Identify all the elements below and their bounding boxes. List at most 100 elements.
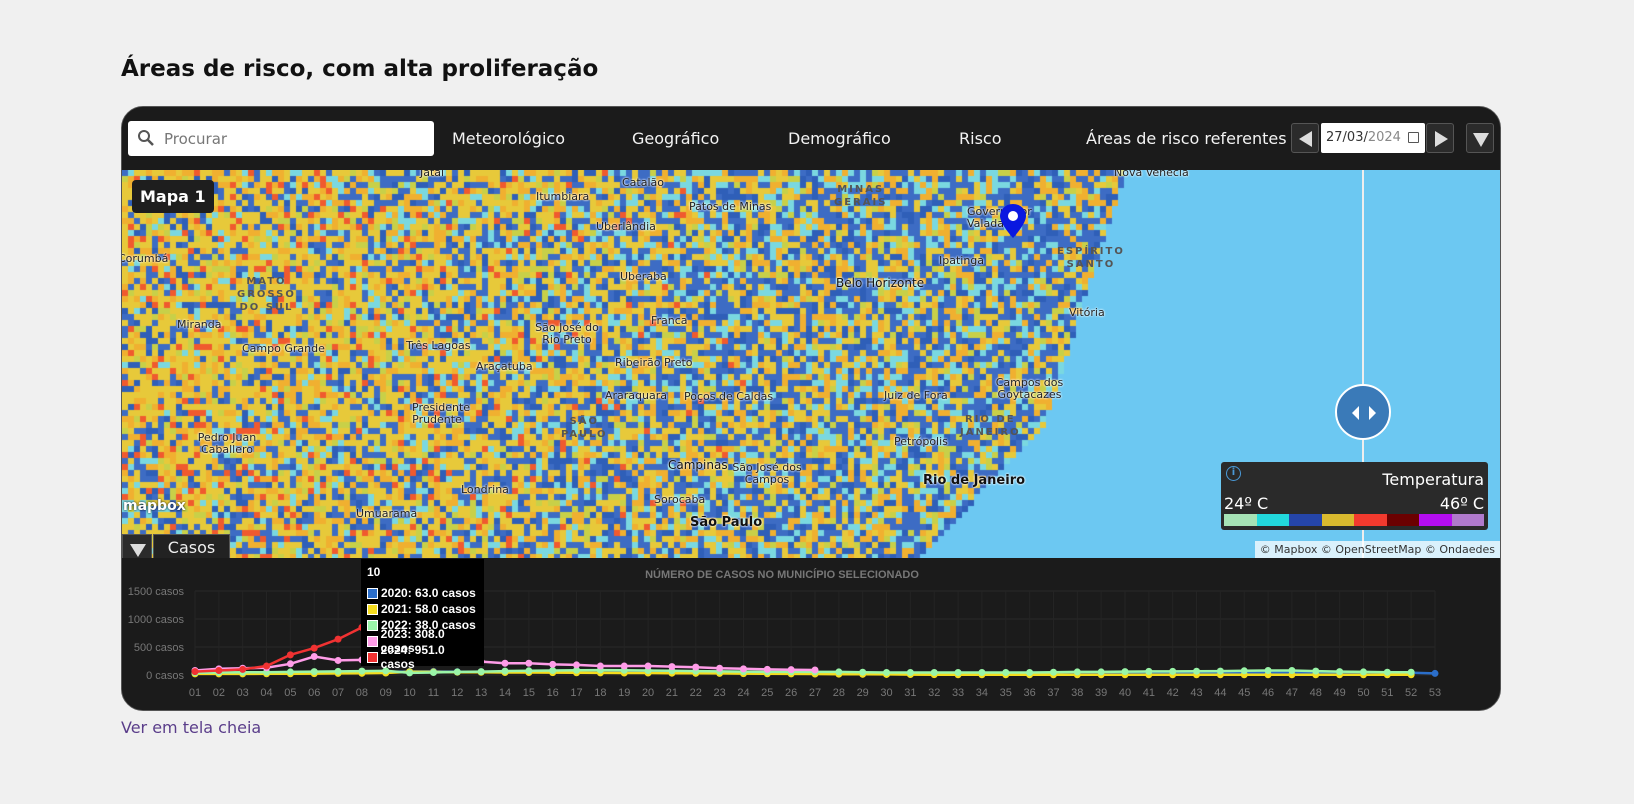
- city-label: Rio de Janeiro: [923, 473, 1026, 488]
- data-point-2022: [1002, 668, 1010, 676]
- next-date-button[interactable]: [1426, 123, 1454, 153]
- risk-map-widget: Meteorológico Geográfico Demográfico Ris…: [121, 106, 1501, 711]
- x-tick-label: 06: [308, 687, 320, 699]
- x-tick-label: 51: [1381, 687, 1393, 699]
- city-label: São José dos Campos: [732, 461, 802, 486]
- search-icon: [138, 130, 154, 146]
- data-point-2023: [668, 663, 676, 671]
- casos-tab[interactable]: Casos: [153, 534, 230, 558]
- state-label-sp: SÃO PAULO: [561, 416, 608, 440]
- x-tick-label: 45: [1238, 687, 1250, 699]
- tab-meteorologico[interactable]: Meteorológico: [452, 129, 565, 148]
- x-tick-label: 14: [499, 687, 511, 699]
- data-point-2022: [1145, 667, 1153, 675]
- city-label: São Paulo: [690, 515, 763, 530]
- x-tick-label: 13: [475, 687, 487, 699]
- legend-color-swatch: [1386, 514, 1419, 526]
- x-tick-label: 27: [809, 687, 821, 699]
- city-label: São José do Rio Preto: [535, 321, 599, 346]
- data-point-2023: [596, 662, 604, 670]
- map-name-label: Mapa 1: [132, 180, 214, 213]
- tab-risco[interactable]: Risco: [959, 129, 1001, 148]
- city-label: Juiz de Fora: [884, 389, 948, 402]
- tab-geografico[interactable]: Geográfico: [632, 129, 719, 148]
- date-year: 2024: [1367, 130, 1401, 145]
- data-point-2023: [739, 665, 747, 673]
- previous-date-button[interactable]: [1291, 123, 1319, 153]
- x-tick-label: 26: [785, 687, 797, 699]
- collapse-toolbar-button[interactable]: [1466, 123, 1494, 153]
- legend-color-swatch: [1224, 514, 1257, 526]
- data-point-2024: [334, 635, 342, 643]
- city-label: Presidente Prudente: [412, 401, 471, 426]
- tab-demografico[interactable]: Demográfico: [788, 129, 891, 148]
- x-tick-label: 20: [642, 687, 654, 699]
- y-tick-label: 1500 casos: [128, 586, 185, 598]
- city-label: Campos dos Goytacazes: [995, 376, 1064, 401]
- state-label-es: ESPÍRITO SANTO: [1057, 246, 1125, 270]
- compare-slider-handle[interactable]: [1335, 384, 1391, 440]
- cases-chart[interactable]: NÚMERO DE CASOS NO MUNICÍPIO SELECIONADO…: [122, 558, 1500, 710]
- data-point-2022: [1216, 667, 1224, 675]
- chart-title: NÚMERO DE CASOS NO MUNICÍPIO SELECIONADO: [645, 568, 919, 581]
- city-label: Campo Grande: [242, 342, 325, 355]
- city-label: Três Lagoas: [406, 339, 471, 352]
- location-pin-icon[interactable]: [998, 202, 1028, 240]
- x-tick-label: 39: [1095, 687, 1107, 699]
- city-label: Corumbá: [122, 252, 169, 265]
- cases-line-chart: NÚMERO DE CASOS NO MUNICÍPIO SELECIONADO…: [128, 568, 1441, 699]
- y-tick-label: 500 casos: [134, 642, 185, 654]
- x-tick-label: 32: [928, 687, 940, 699]
- city-label: Catalão: [622, 176, 665, 189]
- info-icon[interactable]: i: [1226, 466, 1241, 481]
- x-tick-label: 42: [1167, 687, 1179, 699]
- search-input[interactable]: [164, 127, 424, 150]
- data-point-2022: [1049, 668, 1057, 676]
- data-point-2023: [549, 660, 557, 668]
- data-point-2022: [1026, 668, 1034, 676]
- data-point-2023: [716, 664, 724, 672]
- x-tick-label: 50: [1357, 687, 1369, 699]
- data-point-2023: [692, 663, 700, 671]
- tooltip-row: 2020: 63.0 casos: [367, 585, 478, 601]
- data-point-2022: [358, 667, 366, 675]
- data-point-2022: [1169, 667, 1177, 675]
- temperature-legend: i Temperatura 24º C 46º C: [1221, 462, 1488, 530]
- x-tick-label: 37: [1047, 687, 1059, 699]
- data-point-2023: [334, 656, 342, 664]
- tooltip-swatch: [367, 619, 378, 631]
- fullscreen-link[interactable]: Ver em tela cheia: [121, 718, 261, 737]
- city-label: Uberlândia: [596, 220, 656, 233]
- map-attribution[interactable]: © Mapbox © OpenStreetMap © Ondaedes: [1254, 541, 1500, 558]
- x-tick-label: 09: [380, 687, 392, 699]
- x-tick-label: 02: [213, 687, 225, 699]
- search-box[interactable]: [128, 121, 434, 156]
- data-point-2022: [1073, 668, 1081, 676]
- data-point-2023: [620, 662, 628, 670]
- collapse-chart-button[interactable]: [122, 534, 152, 558]
- data-point-2022: [930, 668, 938, 676]
- data-point-2022: [835, 668, 843, 676]
- x-tick-label: 40: [1119, 687, 1131, 699]
- x-tick-label: 17: [570, 687, 582, 699]
- data-point-2022: [1312, 667, 1320, 675]
- x-tick-label: 11: [428, 687, 439, 699]
- x-tick-label: 46: [1262, 687, 1274, 699]
- legend-color-swatch: [1451, 514, 1484, 526]
- data-point-2022: [1121, 668, 1129, 676]
- legend-min-label: 24º C: [1224, 494, 1269, 513]
- chart-tooltip: 10 2020: 63.0 casos 2021: 58.0 casos 202…: [361, 559, 484, 671]
- data-point-2023: [310, 653, 318, 661]
- city-label: Uberaba: [620, 270, 667, 283]
- date-input[interactable]: 27/03/2024: [1321, 123, 1425, 153]
- x-tick-label: 08: [356, 687, 368, 699]
- x-tick-label: 07: [332, 687, 344, 699]
- data-point-2022: [525, 667, 533, 675]
- city-label: Sorocaba: [654, 493, 706, 506]
- calendar-icon[interactable]: [1408, 132, 1419, 143]
- data-point-2022: [883, 668, 891, 676]
- x-tick-label: 49: [1333, 687, 1345, 699]
- arrow-right-icon: [1435, 131, 1448, 147]
- map-view[interactable]: MATO GROSSO DO SUL MINAS GERAIS ESPÍRITO SAN…: [122, 170, 1500, 558]
- data-point-2023: [763, 665, 771, 673]
